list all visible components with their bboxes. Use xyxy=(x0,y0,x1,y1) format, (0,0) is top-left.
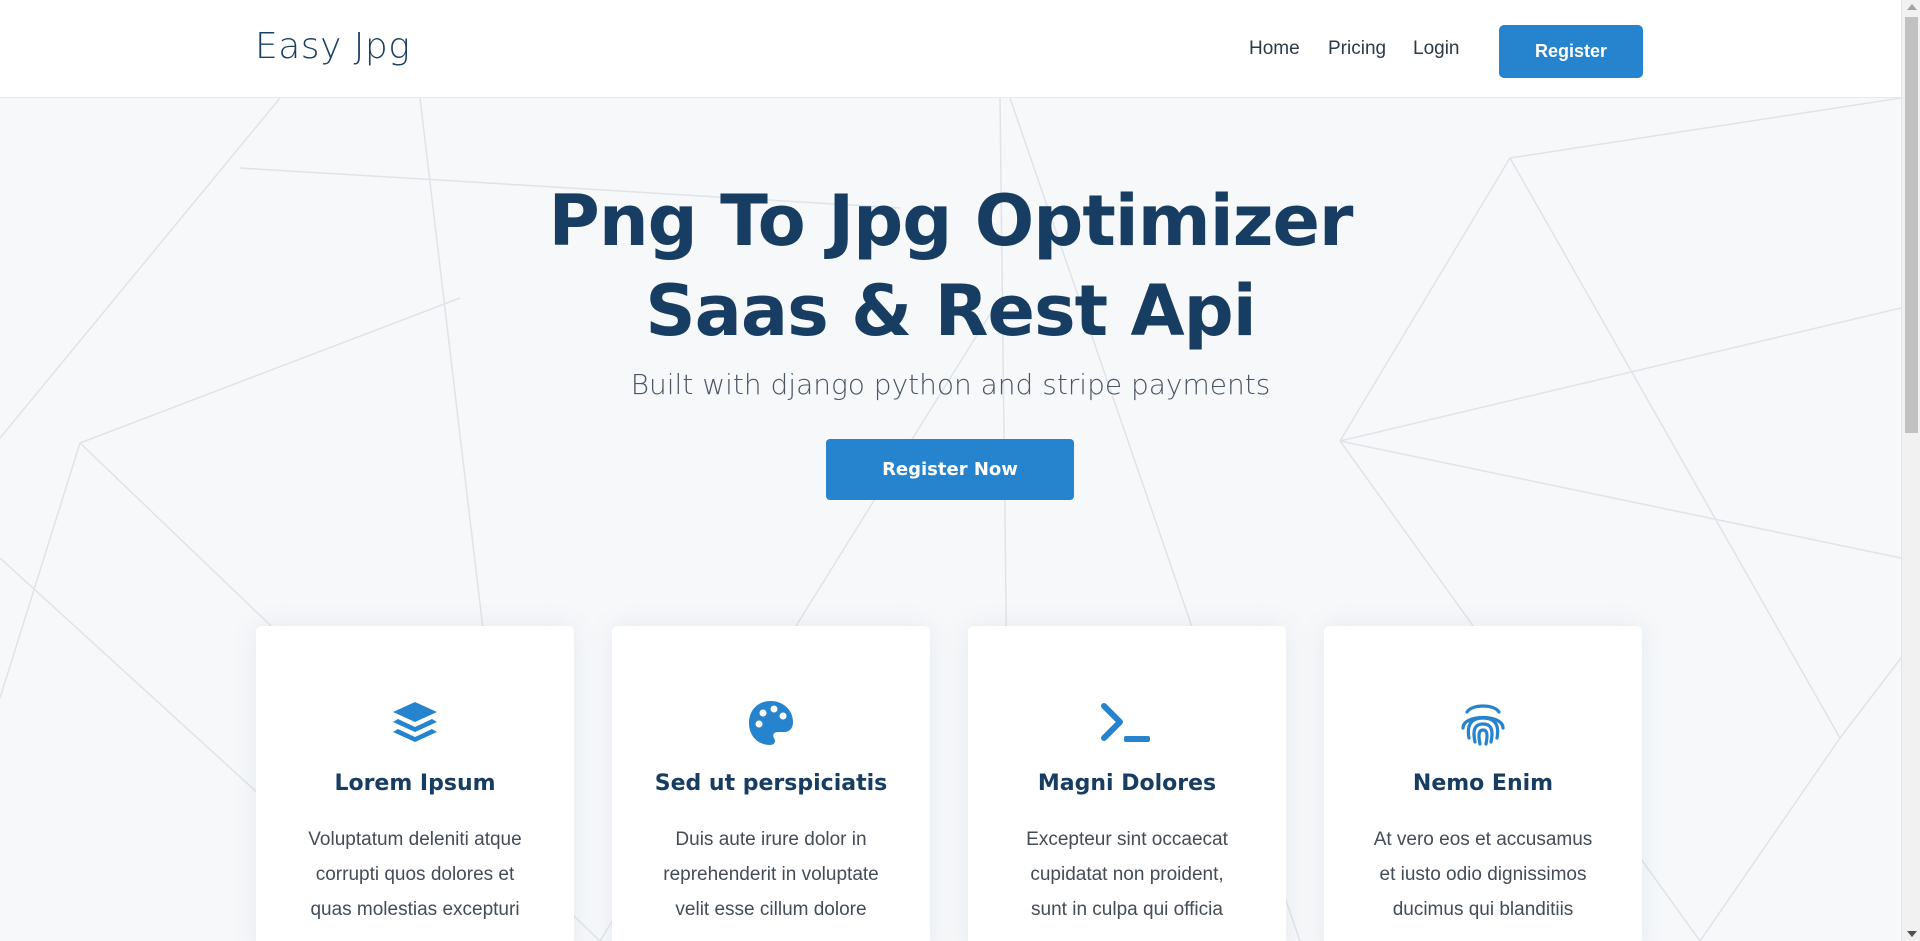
feature-card-sed-ut-perspiciatis: Sed ut perspiciatis Duis aute irure dolo… xyxy=(612,626,930,941)
hero-subtitle: Built with django python and stripe paym… xyxy=(630,368,1271,401)
feature-description-line: ducimus qui blanditiis xyxy=(1392,899,1574,920)
nav-home-link[interactable]: Home xyxy=(1249,38,1300,60)
nav-login-link[interactable]: Login xyxy=(1413,38,1460,60)
site-header: Easy Jpg Home Pricing Login Register xyxy=(0,0,1901,98)
feature-description: Voluptatum deleniti atque corrupti quos … xyxy=(291,822,539,927)
register-now-button[interactable]: Register Now xyxy=(826,439,1074,500)
feature-description-line: Voluptatum deleniti atque xyxy=(308,829,522,850)
layers-icon xyxy=(393,702,437,742)
feature-description-line: corrupti quos dolores et xyxy=(315,864,515,885)
hero-title-line-1: Png To Jpg Optimizer xyxy=(548,180,1354,262)
feature-title: Lorem Ipsum xyxy=(334,771,496,796)
feature-title: Magni Dolores xyxy=(1037,771,1217,796)
brand-logo[interactable]: Easy Jpg xyxy=(255,26,410,67)
palette-icon xyxy=(749,701,793,745)
feature-description-line: velit esse cillum dolore xyxy=(675,899,867,920)
feature-title: Nemo Enim xyxy=(1412,771,1554,796)
scroll-down-arrow-icon[interactable] xyxy=(1907,931,1917,937)
feature-title: Sed ut perspiciatis xyxy=(654,771,888,796)
feature-description-line: quas molestias excepturi xyxy=(310,899,520,920)
feature-description: Excepteur sint occaecat cupidatat non pr… xyxy=(1003,822,1251,927)
feature-description-line: cupidatat non proident, xyxy=(1030,864,1224,885)
register-button[interactable]: Register xyxy=(1499,25,1643,78)
feature-description-line: reprehenderit in voluptate xyxy=(663,864,879,885)
feature-description-line: et iusto odio dignissimos xyxy=(1379,864,1587,885)
scrollbar-thumb[interactable] xyxy=(1905,17,1918,433)
scroll-up-arrow-icon[interactable] xyxy=(1907,4,1917,10)
feature-description-line: Excepteur sint occaecat xyxy=(1026,829,1228,850)
feature-card-nemo-enim: Nemo Enim At vero eos et accusamus et iu… xyxy=(1324,626,1642,941)
hero-title-line-2: Saas & Rest Api xyxy=(645,270,1257,352)
feature-description: At vero eos et accusamus et iusto odio d… xyxy=(1359,822,1607,927)
feature-description-line: At vero eos et accusamus xyxy=(1373,829,1593,850)
fingerprint-icon xyxy=(1461,704,1505,746)
feature-card-magni-dolores: Magni Dolores Excepteur sint occaecat cu… xyxy=(968,626,1286,941)
feature-card-lorem-ipsum: Lorem Ipsum Voluptatum deleniti atque co… xyxy=(256,626,574,941)
feature-description: Duis aute irure dolor in reprehenderit i… xyxy=(647,822,895,927)
nav-pricing-link[interactable]: Pricing xyxy=(1328,38,1386,60)
terminal-icon xyxy=(1101,703,1150,742)
feature-description-line: Duis aute irure dolor in xyxy=(675,829,867,850)
feature-description-line: sunt in culpa qui officia xyxy=(1031,899,1223,920)
vertical-scrollbar[interactable] xyxy=(1901,0,1920,941)
page: Easy Jpg Home Pricing Login Register Png… xyxy=(0,0,1901,941)
